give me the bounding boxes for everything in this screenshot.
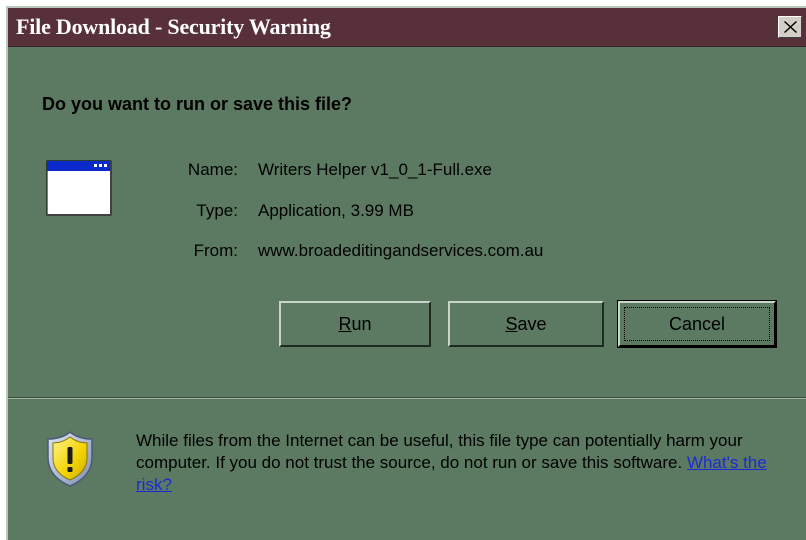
name-label: Name: [187, 160, 238, 179]
file-name-value: Writers Helper v1_0_1-Full.exe [258, 160, 492, 179]
security-warning-dialog: File Download - Security Warning Do you … [6, 6, 806, 540]
title-bar[interactable]: File Download - Security Warning [8, 8, 806, 47]
warning-text: While files from the Internet can be use… [136, 431, 743, 472]
run-label: un [351, 314, 372, 334]
save-mnemonic: S [505, 314, 518, 334]
save-button[interactable]: Save [448, 301, 604, 347]
close-button[interactable] [778, 16, 802, 38]
file-source-value: www.broadeditingandservices.com.au [258, 241, 544, 260]
run-mnemonic: R [338, 314, 352, 334]
run-button[interactable]: Run [279, 301, 431, 347]
cancel-button[interactable]: Cancel [617, 300, 777, 348]
focus-rectangle [624, 307, 770, 341]
window-title: File Download - Security Warning [16, 14, 331, 39]
download-question: Do you want to run or save this file? [42, 94, 353, 114]
file-type-value: Application, 3.99 MB [258, 201, 414, 220]
security-warning-message: While files from the Internet can be use… [136, 430, 796, 496]
divider-highlight [8, 398, 806, 399]
security-shield-warning-icon [46, 430, 94, 493]
type-label: Type: [196, 201, 238, 220]
application-window-icon [46, 160, 112, 221]
save-label: ave [517, 314, 547, 334]
from-label: From: [193, 241, 238, 260]
close-icon [784, 21, 797, 33]
